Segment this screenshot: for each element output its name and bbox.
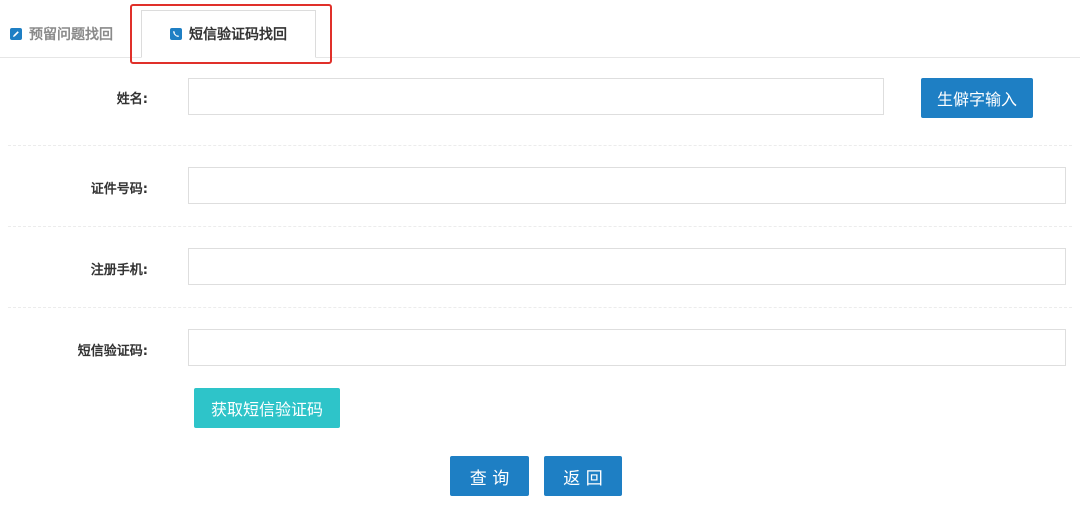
rare-char-input-button[interactable]: 生僻字输入: [921, 78, 1033, 118]
back-button[interactable]: 返 回: [544, 456, 622, 496]
sms-code-input[interactable]: [188, 329, 1066, 366]
get-sms-code-button[interactable]: 获取短信验证码: [194, 388, 340, 428]
divider: [8, 145, 1072, 146]
divider: [8, 226, 1072, 227]
edit-icon: [10, 27, 22, 40]
id-number-input[interactable]: [188, 167, 1066, 204]
name-input[interactable]: [188, 78, 884, 115]
tab-sms-code[interactable]: 短信验证码找回: [141, 10, 316, 58]
phone-label: 注册手机:: [90, 263, 148, 278]
sms-code-label: 短信验证码:: [77, 344, 148, 359]
tab-security-question-label: 预留问题找回: [29, 26, 113, 43]
phone-input[interactable]: [188, 248, 1066, 285]
id-number-label: 证件号码:: [90, 182, 148, 197]
name-label: 姓名:: [116, 92, 148, 107]
tab-bar: 预留问题找回 短信验证码找回: [0, 0, 1080, 58]
phone-icon: [170, 28, 182, 40]
divider: [8, 307, 1072, 308]
tab-security-question[interactable]: 预留问题找回: [10, 10, 113, 57]
tab-sms-code-label: 短信验证码找回: [189, 27, 287, 43]
query-button[interactable]: 查 询: [450, 456, 529, 496]
